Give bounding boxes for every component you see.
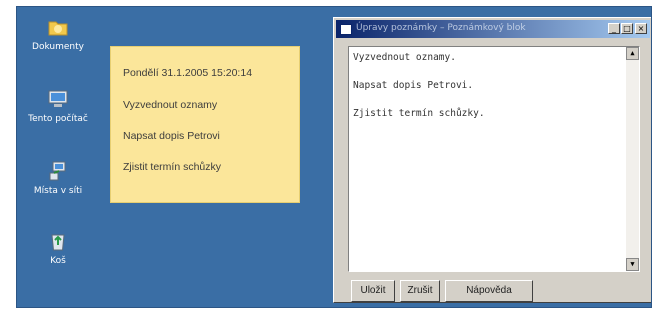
maximize-button[interactable]: □ bbox=[621, 23, 633, 34]
desktop-icon-network[interactable]: Místa v síti bbox=[23, 159, 93, 196]
text-line: Napsat dopis Petrovi. bbox=[353, 80, 474, 91]
desktop-icon-label: Místa v síti bbox=[33, 186, 83, 196]
edit-note-window: Úpravy poznámky – Poznámkový blok _ □ × … bbox=[333, 17, 651, 303]
note-item: Napsat dopis Petrovi bbox=[123, 130, 220, 142]
window-icon bbox=[340, 24, 352, 35]
cancel-button[interactable]: Zrušit bbox=[400, 280, 440, 302]
desktop-icon-label: Koš bbox=[50, 256, 66, 266]
title-bar[interactable]: Úpravy poznámky – Poznámkový blok _ □ × bbox=[336, 20, 650, 38]
folder-icon bbox=[48, 21, 68, 36]
note-item: Vyzvednout oznamy bbox=[123, 99, 218, 111]
scroll-down-arrow-icon[interactable]: ▼ bbox=[626, 258, 639, 271]
note-item: Zjistit termín schůzky bbox=[123, 161, 222, 173]
window-title: Úpravy poznámky – Poznámkový blok bbox=[356, 23, 526, 33]
minimize-button[interactable]: _ bbox=[608, 23, 620, 34]
desktop-icon-label: Tento počítač bbox=[28, 114, 88, 124]
text-line: Zjistit termín schůzky. bbox=[353, 108, 485, 119]
desktop-icon-recycle-bin[interactable]: Koš bbox=[23, 229, 93, 266]
note-timestamp: Pondělí 31.1.2005 15:20:14 bbox=[123, 67, 253, 79]
desktop-icon-label: Dokumenty bbox=[32, 42, 84, 52]
desktop-icon-my-computer[interactable]: Tento počítač bbox=[23, 87, 93, 124]
desktop: Dokumenty Tento počítač Místa v síti Koš… bbox=[16, 6, 652, 308]
close-button[interactable]: × bbox=[635, 23, 647, 34]
help-button[interactable]: Nápověda bbox=[445, 280, 533, 302]
desktop-icon-documents[interactable]: Dokumenty bbox=[23, 15, 93, 52]
note-text-area[interactable]: Vyzvednout oznamy. Napsat dopis Petrovi.… bbox=[348, 46, 640, 272]
network-places-icon bbox=[49, 161, 66, 181]
recycle-bin-icon bbox=[51, 234, 65, 251]
scroll-up-arrow-icon[interactable]: ▲ bbox=[626, 47, 639, 60]
text-line: Vyzvednout oznamy. bbox=[353, 52, 456, 63]
computer-icon bbox=[48, 90, 68, 107]
vertical-scrollbar[interactable]: ▲ ▼ bbox=[626, 47, 639, 271]
save-button[interactable]: Uložit bbox=[351, 280, 395, 302]
sticky-note[interactable]: Pondělí 31.1.2005 15:20:14 Vyzvednout oz… bbox=[110, 46, 300, 203]
